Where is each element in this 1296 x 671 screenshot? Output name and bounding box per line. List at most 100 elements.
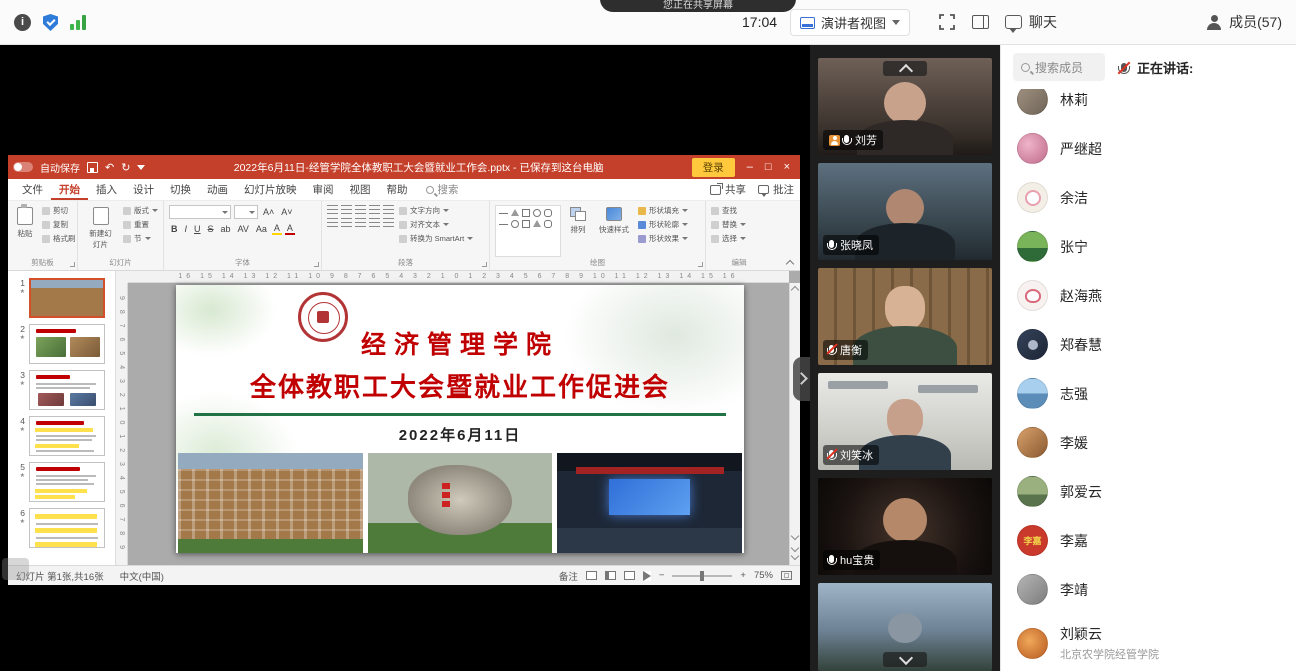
shape-outline-button[interactable]: 形状轮廓 [638,219,688,230]
video-tile-zhangxiaofeng[interactable]: 张晓凤 [818,163,992,260]
quick-styles-button[interactable]: 快速样式 [595,205,633,257]
scroll-down-icon[interactable] [791,532,799,540]
member-row[interactable]: 郑春慧 [1001,320,1296,369]
select-button[interactable]: 选择 [711,233,746,244]
collapsed-toolbar-handle[interactable] [2,558,29,580]
bold-button[interactable]: B [169,224,180,234]
slide-sorter-view-icon[interactable] [605,571,616,580]
shapes-gallery[interactable] [495,205,561,257]
screen-share-banner[interactable]: 您正在共享屏幕 [600,0,796,12]
reset-button[interactable]: 重置 [123,219,158,230]
video-tile-tangheng[interactable]: 唐衡 [818,268,992,365]
slide-thumbnail-1[interactable]: 1★ [8,275,115,321]
tab-transitions[interactable]: 切换 [162,179,199,200]
member-row[interactable]: 郭爱云 [1001,467,1296,516]
tab-animations[interactable]: 动画 [199,179,236,200]
align-center-button[interactable] [341,218,352,227]
character-spacing-button[interactable]: AV [236,224,251,234]
isoceles-shape-icon[interactable] [533,220,541,227]
redo-button[interactable]: ↻ [121,161,130,174]
zoom-level[interactable]: 75% [754,570,773,581]
slide-editor[interactable]: 经济管理学院 全体教职工大会暨就业工作促进会 2022年6月11日 [176,285,744,553]
smartart-button[interactable]: 转换为 SmartArt [399,233,473,244]
zoom-slider[interactable] [672,575,732,577]
tab-home[interactable]: 开始 [51,179,88,200]
reading-view-icon[interactable] [624,571,635,580]
tab-design[interactable]: 设计 [125,179,162,200]
slide-thumbnail-3[interactable]: 3★ [8,367,115,413]
font-color-button[interactable]: A [285,223,295,235]
clipboard-dialog-launcher[interactable] [70,262,75,267]
font-name-select[interactable] [169,205,231,219]
video-tile-partial[interactable] [818,583,992,671]
cut-button[interactable]: 剪切 [42,205,76,216]
font-dialog-launcher[interactable] [314,262,319,267]
canvas-scrollbar[interactable] [789,283,800,565]
undo-button[interactable]: ↶ [105,161,114,174]
drawing-dialog-launcher[interactable] [698,262,703,267]
paste-button[interactable]: 粘贴 [13,205,37,257]
member-row[interactable]: 林莉 [1001,89,1296,124]
chevron-up-icon[interactable] [883,61,927,76]
shape-fill-button[interactable]: 形状填充 [638,205,688,216]
slide-thumbnail-5[interactable]: 5★ [8,459,115,505]
signal-icon[interactable] [70,15,86,30]
search-members-input[interactable]: 搜索成员 [1013,53,1105,81]
italic-button[interactable]: I [183,224,190,234]
shield-icon[interactable] [43,14,58,31]
members-tab[interactable]: 成员(57) [1206,12,1282,32]
horizontal-ruler[interactable]: 16 15 14 13 12 11 10 9 8 7 6 5 4 3 2 1 0… [128,271,789,283]
justify-button[interactable] [369,218,380,227]
underline-button[interactable]: U [192,224,203,234]
chevron-down-icon[interactable] [883,652,927,667]
callout-shape-icon[interactable] [544,220,552,228]
maximize-button[interactable]: □ [765,161,772,173]
notes-toggle[interactable]: 备注 [559,569,578,583]
member-row[interactable]: 李嘉李嘉 [1001,516,1296,565]
oval-shape-icon[interactable] [511,220,519,228]
info-icon[interactable] [14,14,31,31]
zoom-out-button[interactable]: − [659,570,665,581]
member-row[interactable]: 李媛 [1001,418,1296,467]
tab-help[interactable]: 帮助 [379,179,416,200]
video-tile-liuxiaobing[interactable]: 刘笑冰 [818,373,992,470]
tab-insert[interactable]: 插入 [88,179,125,200]
slideshow-view-icon[interactable] [643,571,651,581]
new-slide-button[interactable]: 新建幻灯片 [83,205,118,257]
align-text-button[interactable]: 对齐文本 [399,219,473,230]
quick-access-caret-icon[interactable] [137,165,145,170]
decrease-indent-button[interactable] [355,205,366,214]
rounded-rect-shape-icon[interactable] [544,209,552,217]
line-spacing-button[interactable] [383,205,394,214]
video-tile-hubaogui[interactable]: hu宝贵 [818,478,992,575]
member-row[interactable]: 余洁 [1001,173,1296,222]
scroll-up-icon[interactable] [791,286,799,294]
highlight-color-button[interactable]: A [272,223,282,235]
slide-thumbnail-4[interactable]: 4★ [8,413,115,459]
ribbon-search[interactable]: 搜索 [426,182,459,197]
tab-review[interactable]: 审阅 [305,179,342,200]
expand-panel-chevron[interactable] [793,357,810,401]
increase-indent-button[interactable] [369,205,380,214]
font-size-select[interactable] [234,205,258,219]
replace-button[interactable]: 替换 [711,219,746,230]
member-row[interactable]: 张宁 [1001,222,1296,271]
member-row[interactable]: 刘颖云 北京农学院经管学院 [1001,614,1296,671]
share-button[interactable]: 共享 [710,182,746,197]
layout-toggle-button[interactable] [972,15,989,29]
section-button[interactable]: 节 [123,233,158,244]
find-button[interactable]: 查找 [711,205,746,216]
align-left-button[interactable] [327,218,338,227]
comments-button[interactable]: 批注 [758,182,794,197]
collapse-ribbon-button[interactable] [786,258,794,266]
tab-view[interactable]: 视图 [342,179,379,200]
minimize-button[interactable]: – [747,161,753,173]
copy-button[interactable]: 复制 [42,219,76,230]
text-shadow-button[interactable]: ab [219,224,233,234]
login-button[interactable]: 登录 [692,158,735,177]
change-case-button[interactable]: Aa [254,224,269,234]
member-row[interactable]: 志强 [1001,369,1296,418]
format-painter-button[interactable]: 格式刷 [42,233,76,244]
grow-font-button[interactable]: A˄ [261,207,276,217]
columns-button[interactable] [383,218,394,227]
